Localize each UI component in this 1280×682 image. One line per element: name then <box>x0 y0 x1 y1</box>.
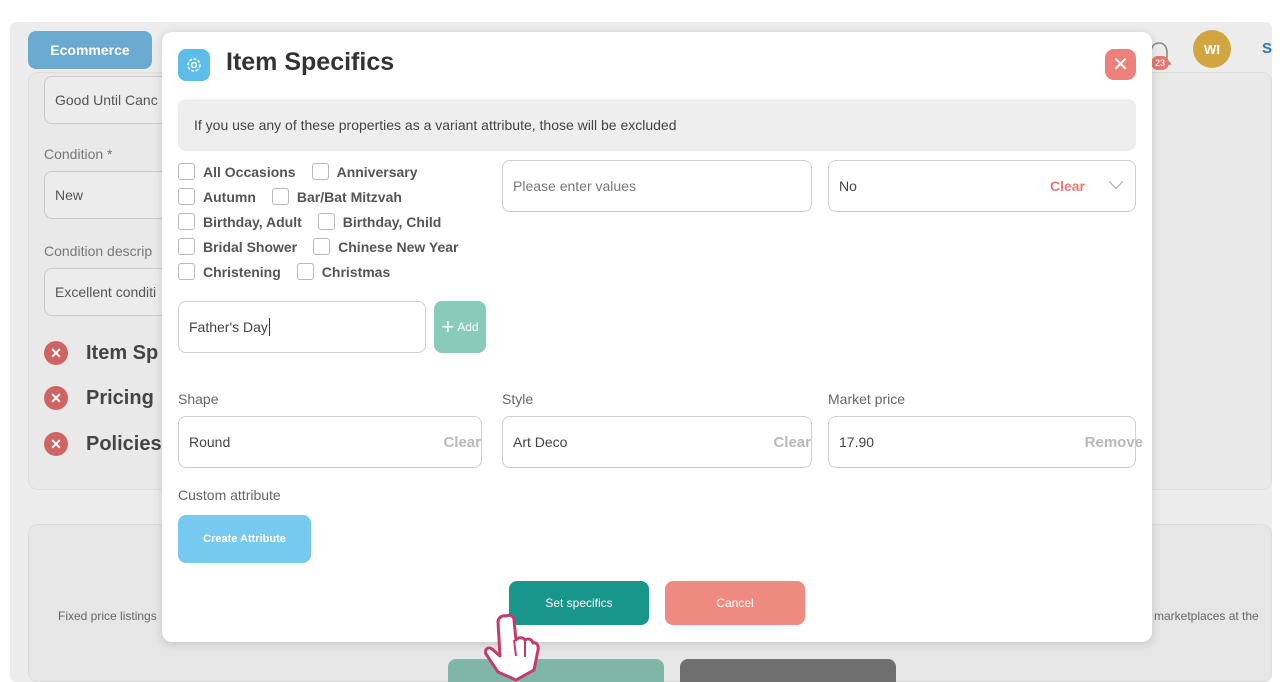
checkbox[interactable] <box>178 238 195 255</box>
custom-occasion-input[interactable]: Father's Day <box>178 301 426 353</box>
plus-icon: + <box>441 314 455 339</box>
occasion-label: Bridal Shower <box>203 238 298 255</box>
values-placeholder: Please enter values <box>513 178 636 194</box>
notification-badge: 23 <box>1151 56 1169 70</box>
occasion-row: Autumn Bar/Bat Mitzvah <box>178 188 402 205</box>
condition-field[interactable]: New <box>44 171 174 219</box>
background-secondary-button[interactable] <box>680 659 896 682</box>
settings-icon <box>178 49 210 81</box>
cancel-button[interactable]: Cancel <box>665 581 805 625</box>
occasion-label: Christmas <box>321 263 391 280</box>
create-attribute-button[interactable]: Create Attribute <box>178 515 311 563</box>
occasion-label: Bar/Bat Mitzvah <box>296 188 402 205</box>
error-icon: ✕ <box>44 432 68 456</box>
occasion-label: Christening <box>203 263 281 280</box>
checkbox[interactable] <box>317 213 335 230</box>
occasion-row: Christening Christmas <box>178 263 390 280</box>
custom-attribute-label: Custom attribute <box>178 487 281 503</box>
shape-input[interactable]: Round Clear <box>178 416 482 468</box>
shape-clear-button[interactable]: Clear <box>443 434 481 451</box>
select-value: No <box>839 178 857 194</box>
checkbox[interactable] <box>178 213 195 230</box>
section-label: Item Sp <box>86 341 159 364</box>
market-price-input[interactable]: 17.90 Remove <box>828 416 1143 468</box>
add-label: Add <box>457 320 479 334</box>
occasion-label: Autumn <box>203 188 256 205</box>
checkbox[interactable] <box>271 188 289 205</box>
occasion-label: Birthday, Child <box>342 213 442 230</box>
custom-occasion-value: Father's Day <box>189 319 268 335</box>
market-price-remove-button[interactable]: Remove <box>1085 434 1143 451</box>
section-label: Policies <box>86 432 162 455</box>
occasion-row: Bridal Shower Chinese New Year <box>178 238 459 255</box>
ecommerce-tab[interactable]: Ecommerce <box>28 31 152 69</box>
checkbox[interactable] <box>178 263 195 280</box>
section-pricing[interactable]: ✕ Pricing <box>44 386 154 410</box>
checkbox[interactable] <box>311 163 329 180</box>
section-item-specifics[interactable]: ✕ Item Sp <box>44 341 158 365</box>
close-icon[interactable]: ✕ <box>1105 49 1136 80</box>
section-label: Pricing <box>86 386 154 409</box>
occasion-label: Anniversary <box>336 163 418 180</box>
checkbox[interactable] <box>178 163 195 180</box>
duration-field[interactable]: Good Until Canc <box>44 76 174 124</box>
checkbox[interactable] <box>313 238 331 255</box>
condition-description-label: Condition descrip <box>44 243 153 259</box>
notice-text: If you use any of these properties as a … <box>194 117 677 133</box>
error-icon: ✕ <box>44 341 68 365</box>
yes-no-select[interactable]: No Clear <box>828 160 1136 212</box>
item-specifics-modal: Item Specifics ✕ If you use any of these… <box>162 32 1152 642</box>
occasion-row: Birthday, Adult Birthday, Child <box>178 213 441 230</box>
footer-text-left: Fixed price listings <box>58 609 157 623</box>
shape-value: Round <box>189 434 231 450</box>
modal-title: Item Specifics <box>226 48 395 76</box>
chevron-down-icon[interactable] <box>1108 174 1124 190</box>
checkbox[interactable] <box>178 188 195 205</box>
header-cut-text: S <box>1262 40 1273 57</box>
shape-label: Shape <box>178 391 219 407</box>
condition-label: Condition * <box>44 146 113 162</box>
style-label: Style <box>502 391 534 407</box>
style-input[interactable]: Art Deco Clear <box>502 416 812 468</box>
values-input[interactable]: Please enter values <box>502 160 812 212</box>
select-clear-button[interactable]: Clear <box>1050 178 1085 194</box>
occasion-label: Birthday, Adult <box>203 213 302 230</box>
condition-description-field[interactable]: Excellent conditi <box>44 268 174 316</box>
variant-notice: If you use any of these properties as a … <box>178 99 1136 151</box>
section-policies[interactable]: ✕ Policies <box>44 432 162 456</box>
error-icon: ✕ <box>44 386 68 410</box>
footer-text-right: marketplaces at the <box>1154 609 1259 623</box>
market-price-value: 17.90 <box>839 434 875 450</box>
style-value: Art Deco <box>513 434 568 450</box>
checkbox[interactable] <box>296 263 314 280</box>
market-price-label: Market price <box>828 391 906 407</box>
add-occasion-button[interactable]: + Add <box>434 301 486 353</box>
style-clear-button[interactable]: Clear <box>773 434 811 451</box>
occasion-label: Chinese New Year <box>338 238 459 255</box>
avatar[interactable]: WI <box>1193 30 1231 68</box>
occasion-label: All Occasions <box>203 163 296 180</box>
occasion-row: All Occasions Anniversary <box>178 163 418 180</box>
hand-cursor-icon <box>484 613 540 682</box>
